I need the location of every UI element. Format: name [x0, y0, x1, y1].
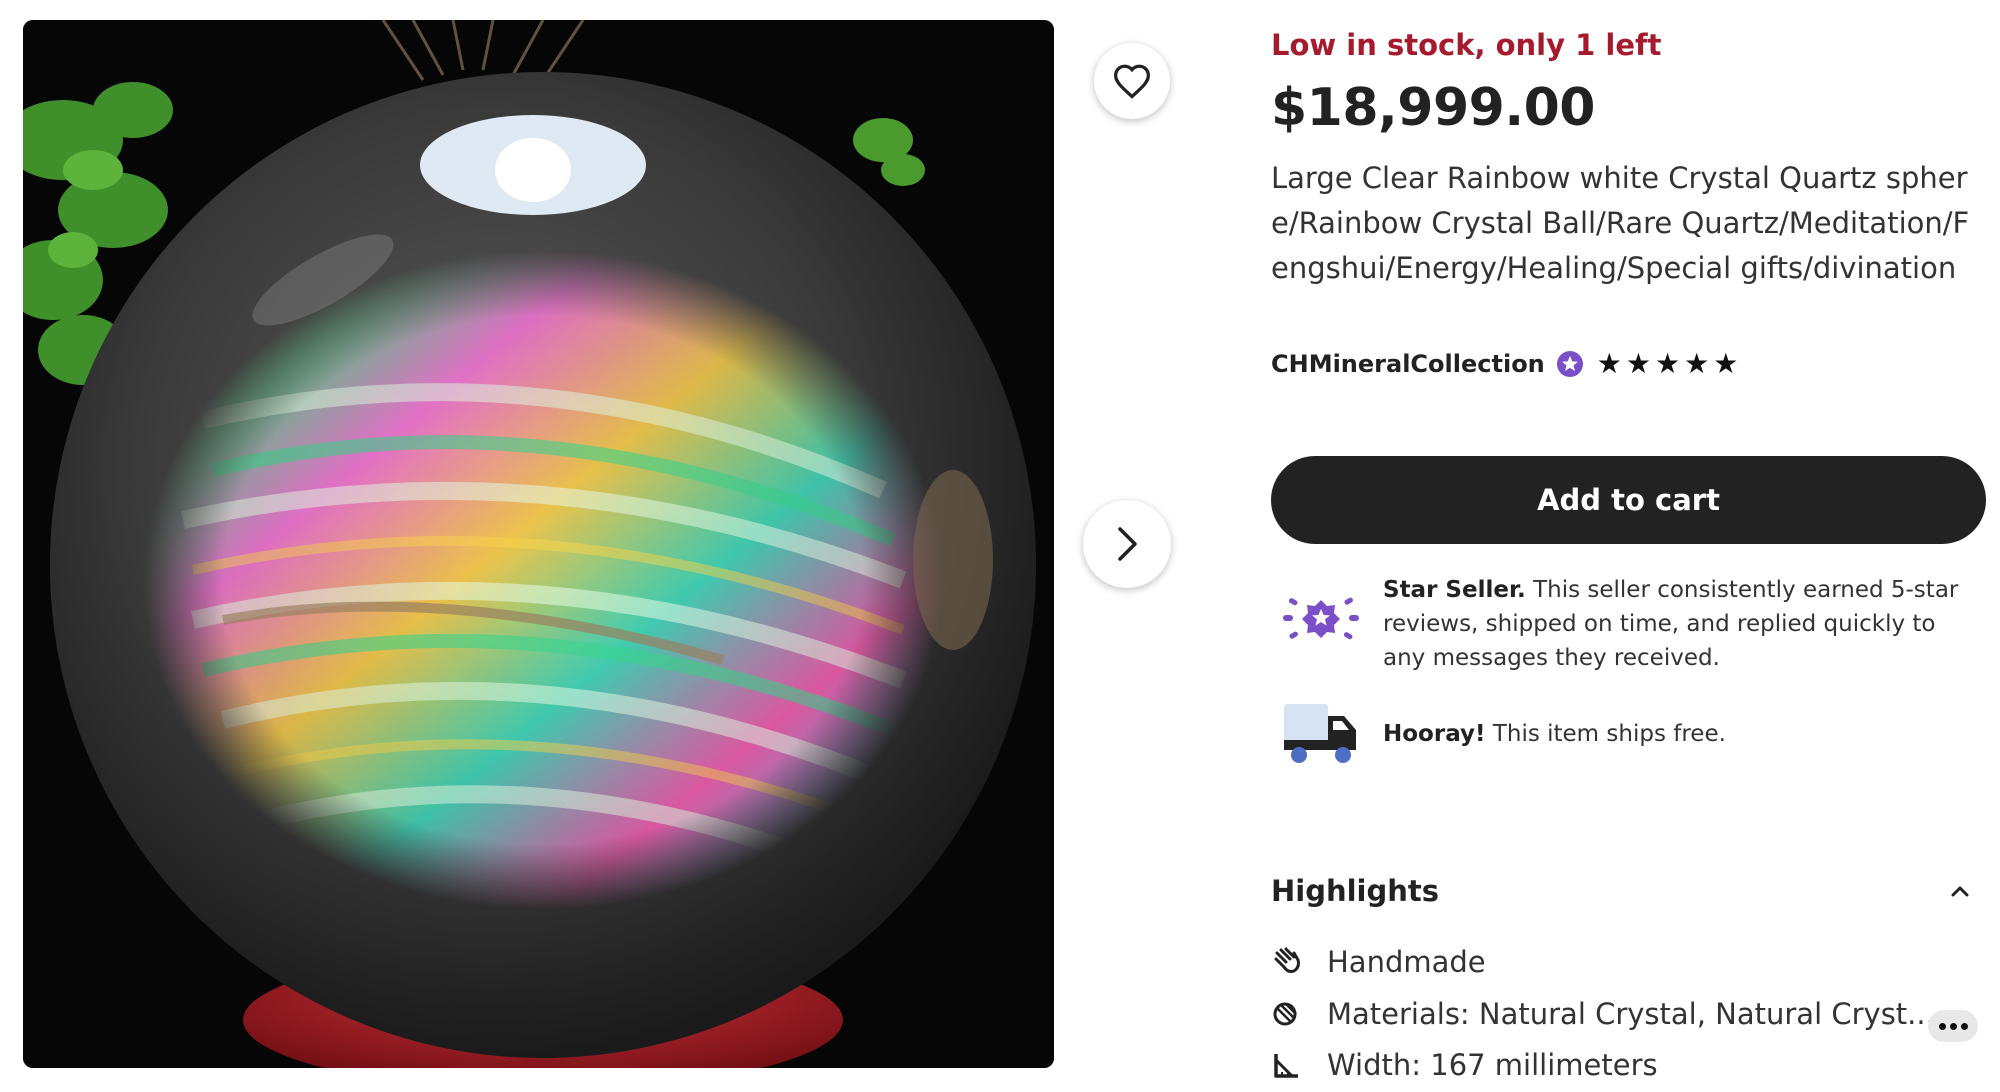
star-icon: ★: [1654, 347, 1681, 380]
product-image[interactable]: [23, 20, 1054, 1068]
highlight-width: Width: 167 millimeters: [1271, 1048, 1658, 1082]
highlight-materials: Materials: Natural Crystal, Natural Crys…: [1271, 997, 1935, 1031]
shop-info: CHMineralCollection ★ ★ ★ ★ ★: [1271, 349, 1738, 379]
star-icon: ★: [1625, 347, 1651, 380]
highlights-title: Highlights: [1271, 874, 1440, 908]
star-icon: ★: [1713, 347, 1739, 380]
stock-notice: Low in stock, only 1 left: [1271, 28, 1662, 62]
star-seller-perk: Star Seller. This seller consistently ea…: [1271, 573, 1983, 675]
rating-stars[interactable]: ★ ★ ★ ★ ★: [1597, 350, 1739, 378]
shop-name-link[interactable]: CHMineralCollection: [1271, 350, 1545, 378]
star-seller-label: Star Seller.: [1383, 577, 1526, 603]
shipping-description: Hooray! This item ships free.: [1383, 700, 1983, 751]
chevron-up-icon[interactable]: [1948, 883, 1972, 899]
star-seller-badge-icon: [1556, 351, 1583, 377]
chevron-right-icon: [1118, 527, 1137, 561]
next-image-button[interactable]: [1083, 500, 1171, 588]
more-options-button[interactable]: [1928, 1010, 1978, 1042]
star-icon: ★: [1684, 347, 1710, 380]
add-to-cart-button[interactable]: Add to cart: [1271, 456, 1986, 544]
heart-icon: [1113, 64, 1151, 99]
star-seller-icon: [1283, 597, 1359, 640]
highlight-text: Handmade: [1327, 945, 1486, 979]
listing-title: Large Clear Rainbow white Crystal Quartz…: [1271, 161, 1970, 285]
hand-icon: [1271, 946, 1303, 978]
shipping-label: Hooray!: [1383, 721, 1486, 747]
free-shipping-perk: Hooray! This item ships free.: [1271, 700, 1983, 766]
truck-icon: [1284, 704, 1356, 763]
shipping-text: This item ships free.: [1485, 721, 1726, 747]
favorite-button[interactable]: [1094, 43, 1170, 119]
ruler-icon: [1271, 1049, 1303, 1081]
highlights-header[interactable]: Highlights: [1271, 874, 1986, 908]
highlight-text: Materials: Natural Crystal, Natural Crys…: [1327, 997, 1935, 1031]
crystal-sphere-photo: [23, 20, 1054, 1068]
price: $18,999.00: [1271, 78, 1595, 138]
star-seller-description: Star Seller. This seller consistently ea…: [1383, 573, 1983, 675]
highlight-text: Width: 167 millimeters: [1327, 1048, 1658, 1082]
materials-icon: [1271, 998, 1303, 1030]
star-icon: ★: [1596, 347, 1622, 380]
highlight-handmade: Handmade: [1271, 945, 1486, 979]
